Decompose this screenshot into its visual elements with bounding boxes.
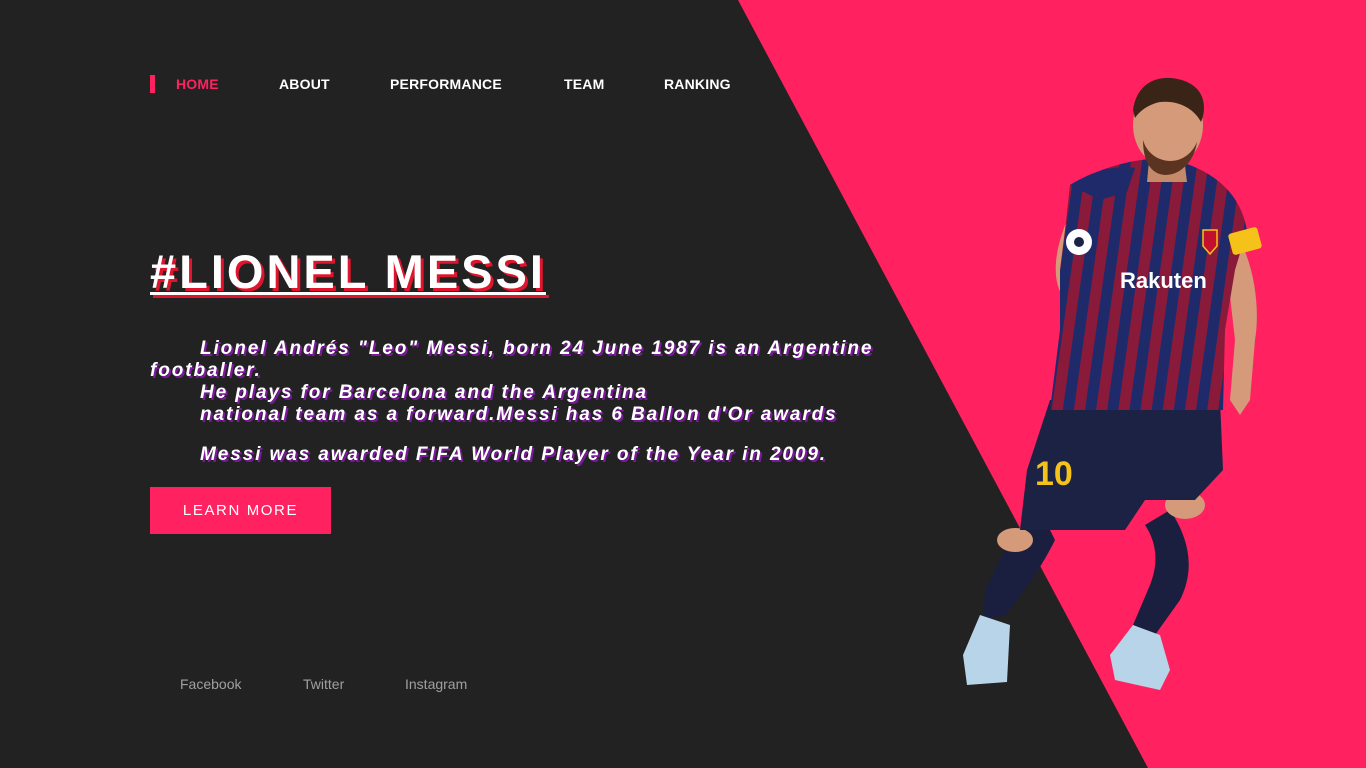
- nav-item-team[interactable]: TEAM: [564, 76, 604, 92]
- twitter-link[interactable]: Twitter: [303, 676, 344, 692]
- bio-line-3: He plays for Barcelona and the Argentina: [200, 382, 648, 403]
- facebook-link[interactable]: Facebook: [180, 676, 241, 692]
- hero-title: #LIONEL MESSI: [150, 245, 546, 298]
- bio-line-2: footballer.: [150, 360, 262, 381]
- nav-item-home[interactable]: HOME: [176, 76, 219, 92]
- shorts-number: 10: [1035, 455, 1073, 493]
- nav-item-performance[interactable]: PERFORMANCE: [390, 76, 502, 92]
- active-nav-indicator: [150, 75, 155, 93]
- bio-line-4: national team as a forward.Messi has 6 B…: [200, 404, 838, 425]
- bio-line-1: Lionel Andrés "Leo" Messi, born 24 June …: [200, 338, 874, 359]
- player-photo: 10 Rakuten: [963, 77, 1262, 690]
- shirt-sponsor: Rakuten: [1120, 268, 1207, 293]
- learn-more-button[interactable]: LEARN MORE: [150, 487, 331, 534]
- nav-item-about[interactable]: ABOUT: [279, 76, 330, 92]
- instagram-link[interactable]: Instagram: [405, 676, 467, 692]
- nav-item-ranking[interactable]: RANKING: [664, 76, 731, 92]
- hero-bio: Lionel Andrés "Leo" Messi, born 24 June …: [150, 338, 930, 466]
- bio-line-5: Messi was awarded FIFA World Player of t…: [200, 444, 827, 465]
